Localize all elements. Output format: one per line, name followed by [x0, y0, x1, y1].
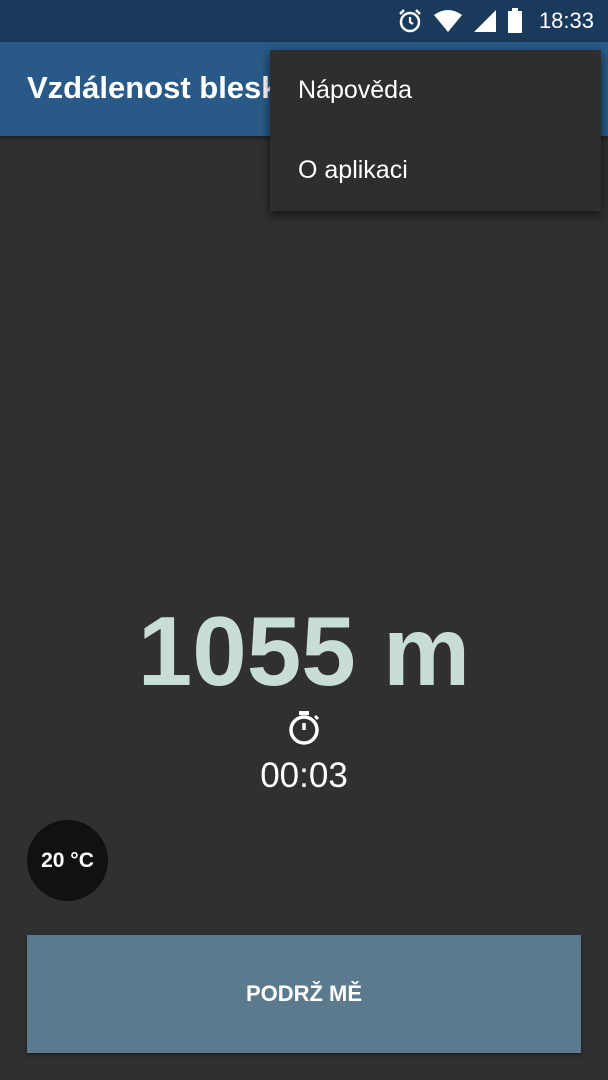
wifi-icon — [433, 9, 463, 33]
stopwatch-icon — [286, 710, 322, 751]
temperature-badge[interactable]: 20 °C — [27, 820, 108, 901]
app-title: Vzdálenost blesku — [27, 70, 298, 105]
menu-item-help[interactable]: Nápověda — [270, 50, 601, 130]
timer-value: 00:03 — [260, 756, 348, 795]
battery-icon — [507, 8, 523, 34]
status-icons: 18:33 — [397, 0, 594, 42]
distance-value: 1055 m — [137, 596, 471, 706]
menu-item-about[interactable]: O aplikaci — [270, 130, 601, 210]
status-bar: 18:33 — [0, 0, 608, 42]
status-time: 18:33 — [538, 8, 594, 33]
overflow-menu: Nápověda O aplikaci — [270, 50, 601, 211]
hold-me-button[interactable]: PODRŽ MĚ — [27, 935, 581, 1053]
alarm-icon — [397, 8, 423, 34]
cellular-signal-icon — [473, 9, 497, 33]
